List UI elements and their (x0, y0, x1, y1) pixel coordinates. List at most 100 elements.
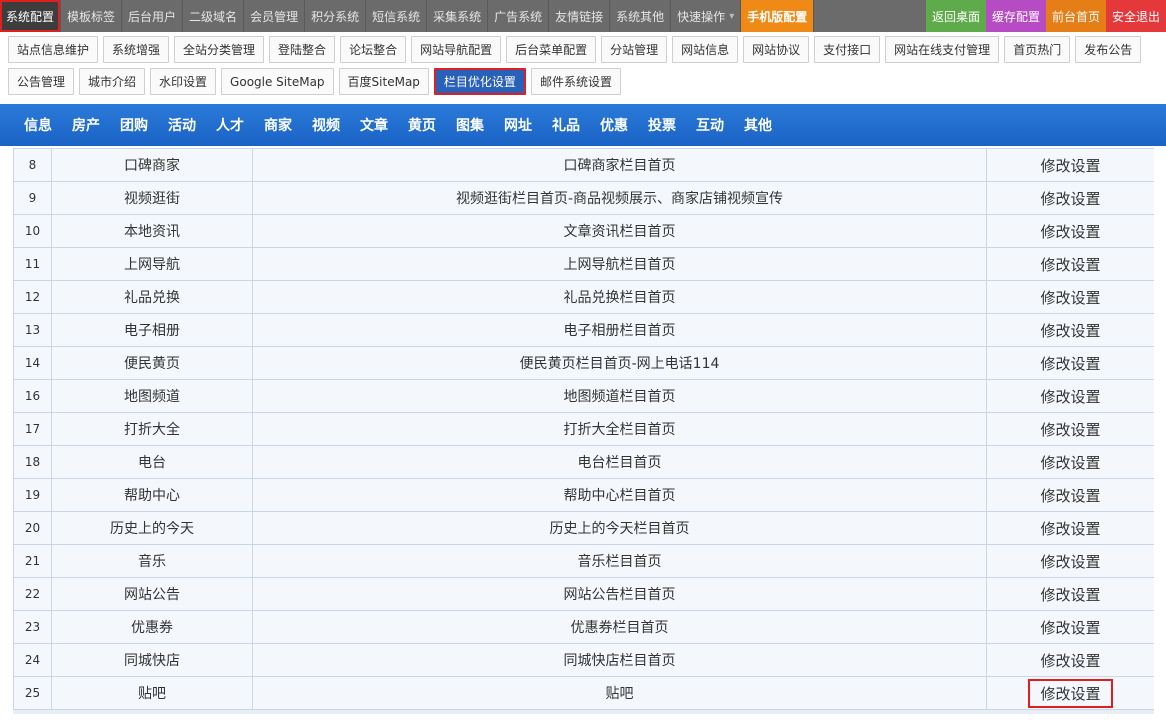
category-tab[interactable]: 商家 (264, 115, 292, 135)
row-id: 17 (13, 412, 52, 446)
category-tab[interactable]: 信息 (24, 115, 52, 135)
edit-settings-link[interactable]: 修改设置 (1040, 421, 1100, 439)
table-row: 25 贴吧 贴吧 修改设置 (13, 676, 1154, 710)
row-title: 音乐栏目首页 (252, 544, 987, 578)
row-name: 历史上的今天 (51, 511, 253, 545)
row-action-cell: 修改设置 (986, 280, 1154, 314)
edit-settings-link[interactable]: 修改设置 (1040, 322, 1100, 340)
subnav-button[interactable]: 发布公告 (1075, 36, 1142, 63)
subnav-button[interactable]: 邮件系统设置 (530, 68, 621, 95)
category-tab[interactable]: 投票 (648, 115, 676, 135)
category-tab[interactable]: 视频 (312, 115, 340, 135)
subnav-button[interactable]: 首页热门 (1004, 36, 1071, 63)
category-tab[interactable]: 优惠 (600, 115, 628, 135)
subnav-button[interactable]: 网站协议 (743, 36, 810, 63)
top-tab-other[interactable]: 系统其他 (610, 0, 672, 32)
row-action-cell: 修改设置 (986, 412, 1154, 446)
top-tab-points[interactable]: 积分系统 (305, 0, 367, 32)
edit-settings-link[interactable]: 修改设置 (1040, 586, 1100, 604)
frontend-home-button[interactable]: 前台首页 (1045, 0, 1106, 32)
edit-settings-link[interactable]: 修改设置 (1040, 157, 1100, 175)
subnav-button[interactable]: 网站信息 (672, 36, 739, 63)
table-row: 14 便民黄页 便民黄页栏目首页-网上电话114 修改设置 (13, 346, 1154, 380)
cache-config-button[interactable]: 缓存配置 (985, 0, 1046, 32)
top-tab-subdomain[interactable]: 二级域名 (183, 0, 245, 32)
edit-settings-link[interactable]: 修改设置 (1040, 619, 1100, 637)
row-id: 22 (13, 577, 52, 611)
subnav-button[interactable]: 论坛整合 (340, 36, 407, 63)
row-title: 便民黄页栏目首页-网上电话114 (252, 346, 987, 380)
logout-button[interactable]: 安全退出 (1105, 0, 1166, 32)
row-id: 9 (13, 181, 52, 215)
edit-settings-link[interactable]: 修改设置 (1040, 223, 1100, 241)
edit-settings-link[interactable]: 修改设置 (1040, 553, 1100, 571)
row-name: 电台 (51, 445, 253, 479)
top-tab-admin-users[interactable]: 后台用户 (122, 0, 184, 32)
row-id: 18 (13, 445, 52, 479)
subnav-button[interactable]: 水印设置 (150, 68, 217, 95)
row-name: 电子相册 (51, 313, 253, 347)
back-to-desktop-button[interactable]: 返回桌面 (925, 0, 986, 32)
top-tab-ads[interactable]: 广告系统 (488, 0, 550, 32)
top-tab-system-config[interactable]: 系统配置 (0, 0, 62, 32)
edit-settings-link[interactable]: 修改设置 (1040, 520, 1100, 538)
edit-settings-link[interactable]: 修改设置 (1028, 678, 1113, 708)
edit-settings-link[interactable]: 修改设置 (1040, 652, 1100, 670)
top-tab-template-tags[interactable]: 模板标签 (61, 0, 123, 32)
category-tab[interactable]: 活动 (168, 115, 196, 135)
row-title: 贴吧 (252, 676, 987, 710)
edit-settings-link[interactable]: 修改设置 (1040, 388, 1100, 406)
subnav-button[interactable]: 网站在线支付管理 (885, 36, 1000, 63)
table-row: 17 打折大全 打折大全栏目首页 修改设置 (13, 412, 1154, 446)
row-action-cell: 修改设置 (986, 214, 1154, 248)
subnav-button[interactable]: 系统增强 (103, 36, 170, 63)
subnav-button[interactable]: 支付接口 (814, 36, 881, 63)
subnav-button[interactable]: 栏目优化设置 (433, 68, 526, 95)
category-tab[interactable]: 互动 (696, 115, 724, 135)
category-tab[interactable]: 房产 (72, 115, 100, 135)
category-tab[interactable]: 黄页 (408, 115, 436, 135)
category-tab[interactable]: 文章 (360, 115, 388, 135)
row-title: 打折大全栏目首页 (252, 412, 987, 446)
row-id: 16 (13, 379, 52, 413)
row-action-cell: 修改设置 (986, 181, 1154, 215)
table-row: 12 礼品兑换 礼品兑换栏目首页 修改设置 (13, 280, 1154, 314)
row-title: 文章资讯栏目首页 (252, 214, 987, 248)
subnav-button[interactable]: 登陆整合 (269, 36, 336, 63)
category-tab[interactable]: 其他 (744, 115, 772, 135)
row-action-cell: 修改设置 (986, 643, 1154, 677)
top-tab-collect[interactable]: 采集系统 (427, 0, 489, 32)
category-tab[interactable]: 团购 (120, 115, 148, 135)
subnav-button[interactable]: 站点信息维护 (8, 36, 99, 63)
top-tab-mobile-config[interactable]: 手机版配置 (741, 0, 815, 32)
category-bar: 信息 房产 团购 活动 人才 商家 视频 文章 黄页 图集 网址 礼品 优惠 投票 互动 其他 (0, 104, 1166, 146)
edit-settings-link[interactable]: 修改设置 (1040, 355, 1100, 373)
subnav-button[interactable]: 城市介绍 (79, 68, 146, 95)
edit-settings-link[interactable]: 修改设置 (1040, 454, 1100, 472)
row-title: 口碑商家栏目首页 (252, 148, 987, 182)
top-right-actions: 返回桌面 缓存配置 前台首页 安全退出 (925, 0, 1166, 32)
subnav-button[interactable]: 网站导航配置 (411, 36, 502, 63)
category-tab[interactable]: 礼品 (552, 115, 580, 135)
row-name: 便民黄页 (51, 346, 253, 380)
top-tab-links[interactable]: 友情链接 (549, 0, 611, 32)
edit-settings-link[interactable]: 修改设置 (1040, 289, 1100, 307)
category-tab[interactable]: 人才 (216, 115, 244, 135)
row-name: 音乐 (51, 544, 253, 578)
edit-settings-link[interactable]: 修改设置 (1040, 190, 1100, 208)
row-action-cell: 修改设置 (986, 676, 1154, 710)
row-action-cell: 修改设置 (986, 577, 1154, 611)
category-tab[interactable]: 图集 (456, 115, 484, 135)
edit-settings-link[interactable]: 修改设置 (1040, 487, 1100, 505)
subnav-button[interactable]: 分站管理 (601, 36, 668, 63)
edit-settings-link[interactable]: 修改设置 (1040, 256, 1100, 274)
subnav-button[interactable]: 全站分类管理 (174, 36, 265, 63)
subnav-button[interactable]: 公告管理 (8, 68, 75, 95)
top-tab-sms[interactable]: 短信系统 (366, 0, 428, 32)
subnav-button[interactable]: Google SiteMap (221, 68, 334, 95)
top-tab-members[interactable]: 会员管理 (244, 0, 306, 32)
top-tab-quick-ops[interactable]: 快速操作 (671, 0, 742, 32)
subnav-button[interactable]: 后台菜单配置 (506, 36, 597, 63)
category-tab[interactable]: 网址 (504, 115, 532, 135)
subnav-button[interactable]: 百度SiteMap (338, 68, 429, 95)
